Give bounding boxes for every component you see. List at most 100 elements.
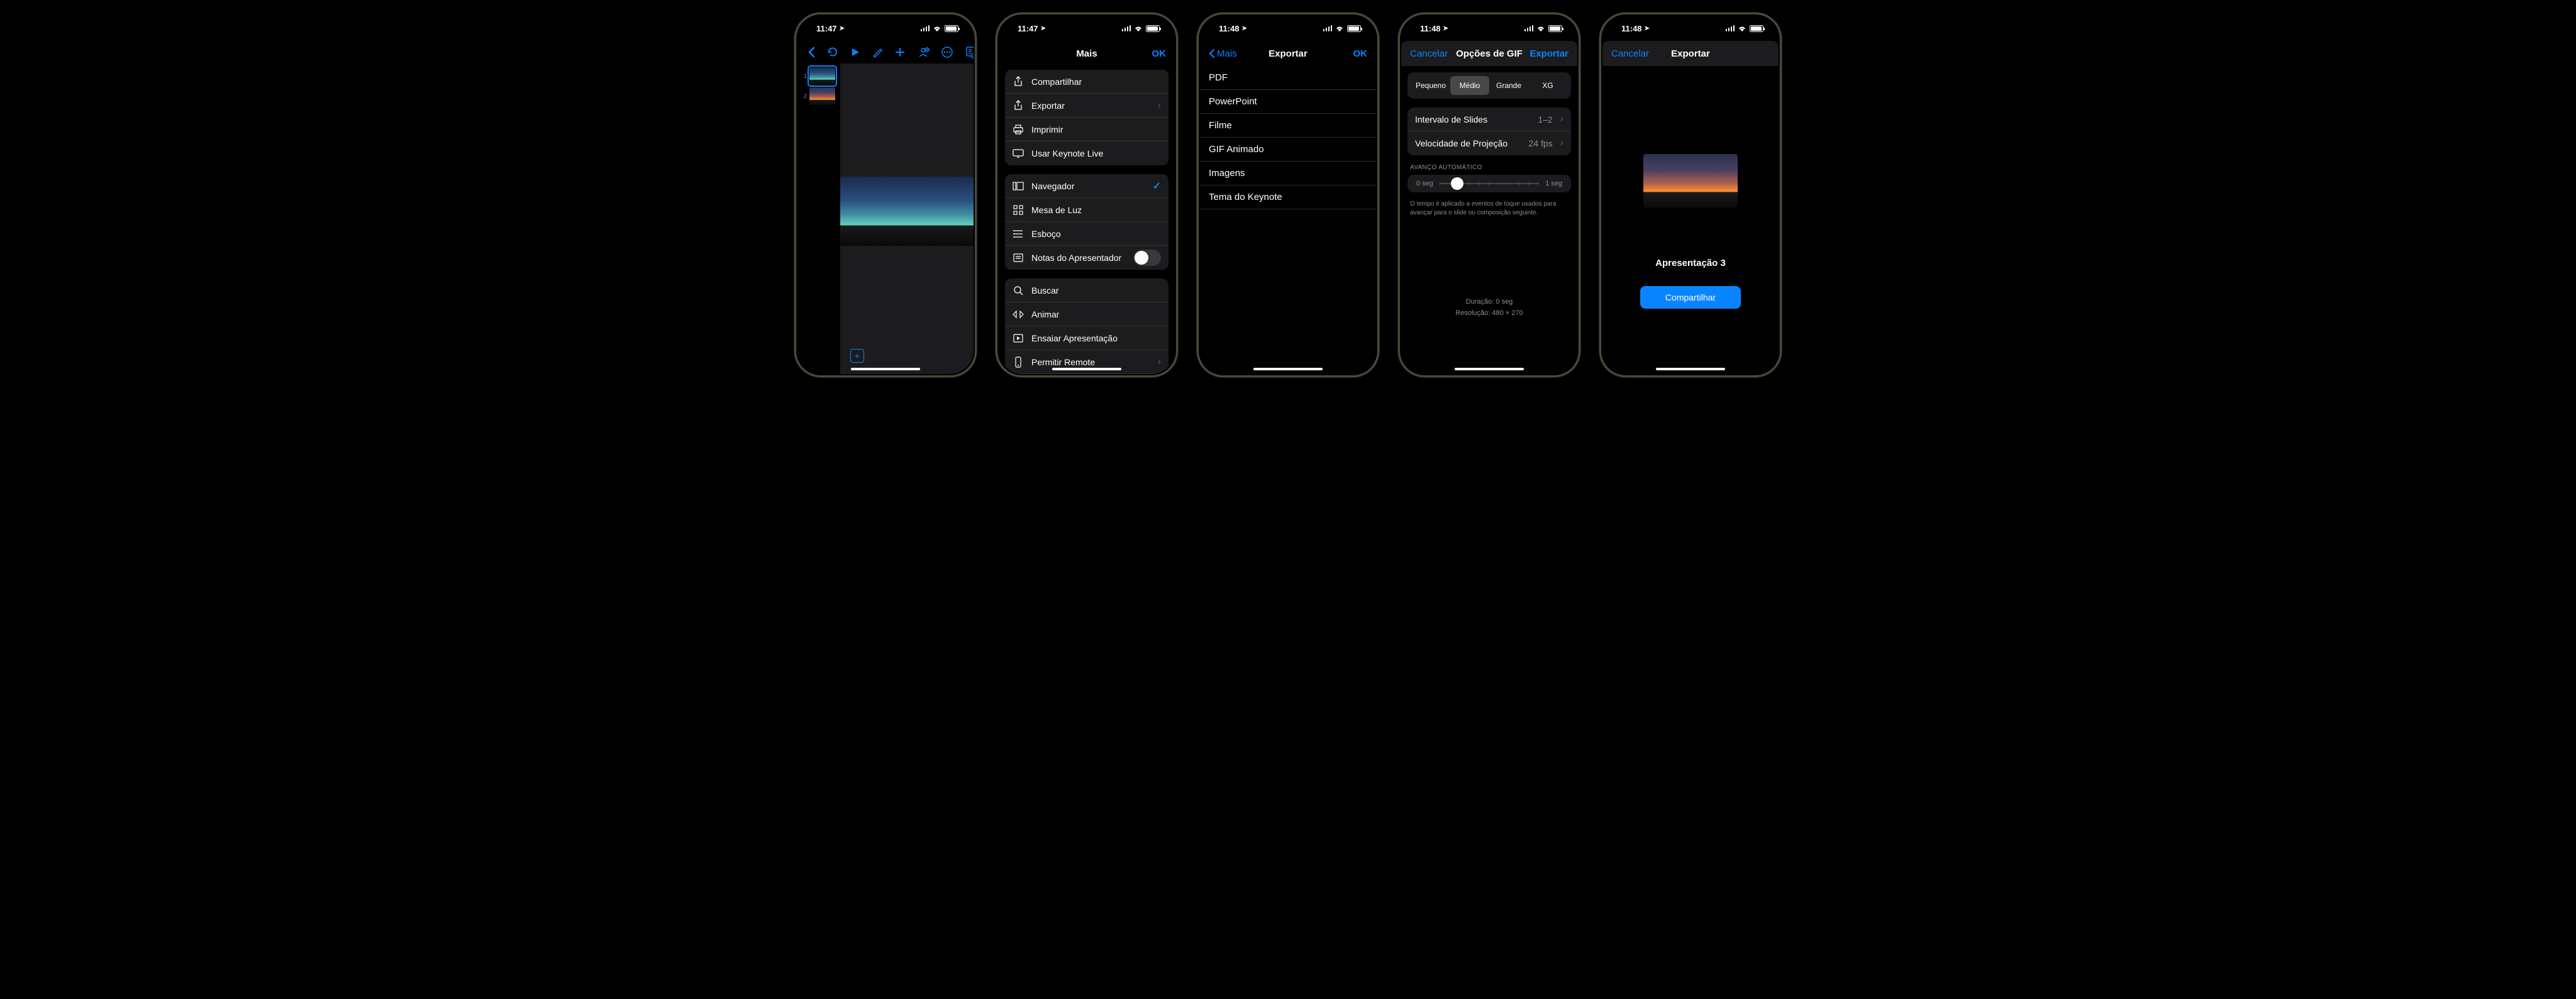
cancel-button[interactable]: Cancelar	[1611, 48, 1649, 59]
wifi-icon	[1738, 25, 1746, 31]
display-icon	[1013, 148, 1024, 159]
row-value: 24 fps	[1529, 138, 1553, 148]
ok-button[interactable]: OK	[1152, 48, 1167, 59]
phone-5-export-share: 11:48➤ Cancelar Exportar Apresentação 3 …	[1599, 13, 1782, 377]
row-label: Buscar	[1031, 285, 1161, 295]
presenter-notes-toggle[interactable]	[1133, 250, 1161, 266]
print-icon	[1013, 124, 1024, 135]
status-time: 11:48	[1621, 24, 1642, 33]
location-icon: ➤	[1242, 25, 1247, 32]
battery-icon	[1347, 25, 1361, 32]
phone-1-editor: 11:47➤ 1 2	[794, 13, 977, 377]
location-icon: ➤	[1443, 25, 1448, 32]
brush-icon[interactable]	[872, 45, 883, 59]
slide-number: 2	[802, 93, 807, 99]
export-theme-row[interactable]: Tema do Keynote	[1200, 185, 1376, 209]
export-powerpoint-row[interactable]: PowerPoint	[1200, 90, 1376, 114]
signal-icon	[921, 25, 930, 31]
search-icon	[1013, 285, 1024, 296]
row-label: Velocidade de Projeção	[1415, 138, 1521, 148]
chevron-right-icon: ›	[1158, 356, 1161, 368]
plus-icon[interactable]	[894, 45, 906, 59]
grid-icon	[1013, 204, 1024, 216]
navigator-icon	[1013, 180, 1024, 192]
row-label: Esboço	[1031, 229, 1161, 239]
ok-button[interactable]: OK	[1353, 48, 1368, 59]
status-time: 11:47	[1018, 24, 1038, 33]
status-bar: 11:48➤	[1602, 16, 1779, 41]
rehearse-icon	[1013, 333, 1024, 344]
slide-range-row[interactable]: Intervalo de Slides 1–2 ›	[1407, 108, 1571, 131]
chevron-right-icon: ›	[1560, 114, 1563, 125]
nav-header: Cancelar Opções de GIF Exportar	[1401, 41, 1577, 66]
wifi-icon	[933, 25, 941, 31]
row-label: Intervalo de Slides	[1415, 114, 1530, 124]
row-label: Exportar	[1031, 101, 1150, 111]
slide-thumbnail-1[interactable]	[809, 67, 835, 85]
export-preview	[1643, 154, 1738, 207]
presenter-notes-row[interactable]: Notas do Apresentador	[1005, 246, 1169, 270]
export-gif-row[interactable]: GIF Animado	[1200, 138, 1376, 162]
print-row[interactable]: Imprimir	[1005, 118, 1169, 141]
export-pdf-row[interactable]: PDF	[1200, 66, 1376, 90]
animate-row[interactable]: Animar	[1005, 302, 1169, 326]
row-label: Notas do Apresentador	[1031, 253, 1126, 263]
size-medium[interactable]: Médio	[1450, 76, 1489, 95]
slide-canvas[interactable]: +	[840, 63, 974, 374]
light-table-row[interactable]: Mesa de Luz	[1005, 198, 1169, 222]
share-button[interactable]: Compartilhar	[1640, 286, 1741, 309]
remote-icon	[1013, 356, 1024, 368]
play-icon[interactable]	[850, 45, 860, 59]
keynote-live-row[interactable]: Usar Keynote Live	[1005, 141, 1169, 165]
status-bar: 11:47➤	[999, 16, 1175, 41]
remote-row[interactable]: Permitir Remote ›	[1005, 350, 1169, 374]
status-time: 11:48	[1219, 24, 1240, 33]
undo-icon[interactable]	[826, 45, 839, 59]
location-icon: ➤	[1645, 25, 1650, 32]
status-time: 11:47	[816, 24, 837, 33]
size-xg[interactable]: XG	[1528, 76, 1567, 95]
size-large[interactable]: Grande	[1489, 76, 1528, 95]
row-label: Ensaiar Apresentação	[1031, 333, 1161, 343]
slide-navigator: 1 2	[797, 63, 840, 374]
row-label: Compartilhar	[1031, 77, 1161, 87]
battery-icon	[1146, 25, 1160, 32]
back-button[interactable]: Mais	[1209, 48, 1237, 59]
row-label: Mesa de Luz	[1031, 205, 1161, 215]
export-row[interactable]: Exportar ›	[1005, 94, 1169, 118]
location-icon: ➤	[840, 25, 845, 32]
share-icon	[1013, 76, 1024, 87]
back-icon[interactable]	[808, 45, 815, 59]
add-slide-button[interactable]: +	[850, 349, 864, 363]
auto-advance-slider[interactable]	[1440, 183, 1539, 184]
signal-icon	[1726, 25, 1735, 31]
share-row[interactable]: Compartilhar	[1005, 70, 1169, 94]
export-images-row[interactable]: Imagens	[1200, 162, 1376, 185]
slide-thumbnail-2[interactable]	[809, 87, 835, 105]
nav-header: Cancelar Exportar	[1602, 41, 1779, 66]
row-label: Permitir Remote	[1031, 357, 1150, 367]
animate-icon	[1013, 309, 1024, 320]
wifi-icon	[1536, 25, 1545, 31]
slider-thumb[interactable]	[1451, 177, 1463, 190]
export-movie-row[interactable]: Filme	[1200, 114, 1376, 138]
battery-icon	[945, 25, 958, 32]
frame-rate-row[interactable]: Velocidade de Projeção 24 fps ›	[1407, 131, 1571, 155]
size-small[interactable]: Pequeno	[1411, 76, 1450, 95]
document-icon[interactable]	[965, 45, 974, 59]
auto-advance-footnote: O tempo é aplicado a eventos de toque us…	[1401, 196, 1577, 221]
collaborate-icon[interactable]	[917, 45, 930, 59]
cancel-button[interactable]: Cancelar	[1410, 48, 1448, 59]
outline-row[interactable]: Esboço	[1005, 222, 1169, 246]
chevron-right-icon: ›	[1560, 138, 1563, 149]
check-icon: ✓	[1153, 180, 1161, 192]
export-button[interactable]: Exportar	[1530, 48, 1568, 59]
location-icon: ➤	[1041, 25, 1046, 32]
browser-row[interactable]: Navegador ✓	[1005, 174, 1169, 198]
more-icon[interactable]	[941, 45, 953, 59]
search-row[interactable]: Buscar	[1005, 279, 1169, 302]
nav-header: Mais Exportar OK	[1200, 41, 1376, 66]
phone-4-gif-options: 11:48➤ Cancelar Opções de GIF Exportar P…	[1398, 13, 1580, 377]
row-label: Imprimir	[1031, 124, 1161, 135]
rehearse-row[interactable]: Ensaiar Apresentação	[1005, 326, 1169, 350]
